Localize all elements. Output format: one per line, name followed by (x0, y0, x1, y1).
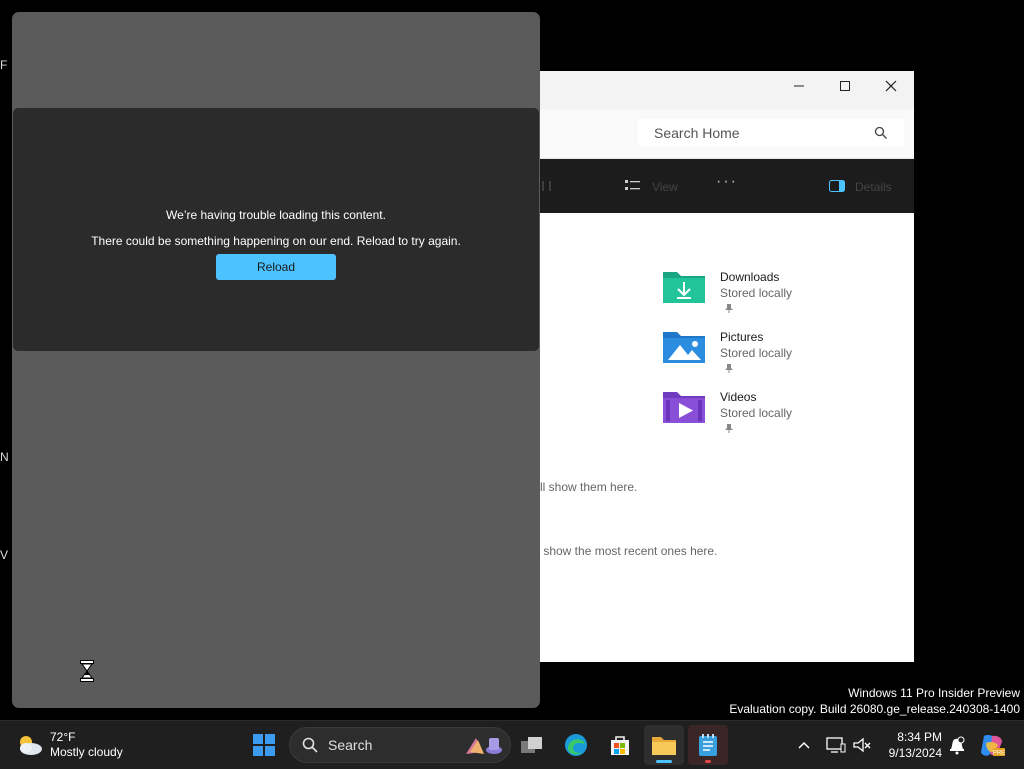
busy-cursor-icon (80, 660, 94, 682)
file-explorer-button[interactable] (644, 725, 684, 765)
address-row: Search Home (540, 109, 914, 159)
clock-date: 9/13/2024 (888, 746, 942, 760)
maximize-icon (840, 81, 850, 91)
details-label[interactable]: Details (855, 180, 892, 194)
more-options-icon[interactable]: ··· (716, 173, 738, 191)
item-name: Pictures (720, 330, 764, 344)
search-home-input[interactable]: Search Home (638, 119, 904, 147)
store-button[interactable] (600, 725, 640, 765)
reload-button[interactable]: Reload (216, 254, 336, 280)
favorites-empty-message: ll show them here. (540, 480, 638, 494)
quick-access-videos[interactable]: Videos Stored locally (662, 388, 882, 444)
item-status: Stored locally (720, 406, 793, 420)
windows-logo-icon (253, 734, 275, 756)
microsoft-store-icon (611, 736, 629, 755)
pictures-folder-icon (663, 332, 705, 363)
watermark-line-2: Evaluation copy. Build 26080.ge_release.… (729, 702, 1020, 716)
running-indicator (656, 760, 672, 763)
folder-icon (652, 737, 676, 755)
maximize-button[interactable] (822, 71, 868, 101)
command-bar: View ··· Details (540, 159, 914, 213)
task-view-icon (521, 737, 542, 753)
copilot-button[interactable]: PRE (972, 725, 1012, 765)
minimize-icon (794, 85, 804, 87)
clock-time: 8:34 PM (897, 730, 942, 744)
notepad-icon (699, 734, 717, 756)
item-status: Stored locally (720, 286, 793, 300)
edge-browser-icon (565, 734, 587, 756)
weather-widget[interactable]: 72°F Mostly cloudy (16, 729, 156, 761)
task-view-button[interactable] (512, 725, 552, 765)
item-name: Videos (720, 390, 757, 404)
sort-icon[interactable] (540, 179, 554, 193)
running-indicator (705, 760, 711, 763)
close-button[interactable] (868, 71, 914, 101)
volume-muted-icon (853, 737, 871, 753)
pin-icon (725, 364, 733, 373)
title-bar (540, 71, 914, 109)
minimize-button[interactable] (776, 71, 822, 101)
item-name: Downloads (720, 270, 780, 284)
download-folder-icon (663, 272, 705, 303)
widget-panel: We’re having trouble loading this conten… (12, 12, 540, 708)
edge-button[interactable] (556, 725, 596, 765)
evaluation-watermark: Windows 11 Pro Insider Preview Evaluatio… (729, 685, 1020, 717)
pin-icon (725, 304, 733, 313)
desktop-icon-label-fragment: V (0, 548, 9, 562)
home-content: Downloads Stored locally Pictures Stored… (540, 213, 914, 662)
view-icon[interactable] (625, 179, 641, 193)
taskbar-search-label: Search (328, 737, 373, 753)
network-icon (826, 737, 846, 753)
cloudy-weather-icon (20, 736, 42, 755)
taskbar: 72°F Mostly cloudy Search 8:34 PM 9/13/2… (0, 720, 1024, 769)
show-hidden-icons-button[interactable] (786, 725, 822, 765)
svg-text:PRE: PRE (993, 751, 1005, 757)
taskbar-search[interactable]: Search (289, 727, 511, 763)
view-label[interactable]: View (652, 180, 678, 194)
error-subtitle: There could be something happening on ou… (91, 234, 461, 248)
notifications-button[interactable] (940, 725, 974, 765)
volume-button[interactable] (844, 725, 880, 765)
file-explorer-window: Search Home View ··· Details Downloads S… (540, 71, 914, 662)
quick-access-pictures[interactable]: Pictures Stored locally (662, 328, 882, 384)
start-button[interactable] (244, 725, 284, 765)
error-title: We’re having trouble loading this conten… (166, 208, 386, 222)
details-pane-icon[interactable] (829, 180, 845, 192)
notification-bell-icon (950, 736, 965, 755)
pin-icon (725, 424, 733, 433)
weather-temperature: 72°F (50, 730, 76, 744)
search-icon (302, 737, 318, 753)
close-icon (885, 80, 897, 92)
weather-condition: Mostly cloudy (50, 745, 123, 759)
copilot-icon: PRE (981, 735, 1005, 757)
search-placeholder: Search Home (654, 125, 740, 141)
desktop-icon-label-fragment: F (0, 58, 8, 72)
error-card: We’re having trouble loading this conten… (13, 108, 539, 351)
notepad-button[interactable] (688, 725, 728, 765)
desktop-icon-label-fragment: N (0, 450, 9, 464)
watermark-line-1: Windows 11 Pro Insider Preview (848, 686, 1020, 700)
recent-empty-message: show the most recent ones here. (540, 544, 718, 558)
item-status: Stored locally (720, 346, 793, 360)
quick-access-downloads[interactable]: Downloads Stored locally (662, 268, 882, 324)
clock[interactable]: 8:34 PM 9/13/2024 (882, 729, 942, 761)
search-icon (874, 126, 887, 139)
chevron-up-icon (798, 741, 810, 749)
search-highlight-icon (466, 738, 502, 754)
videos-folder-icon (663, 392, 705, 423)
